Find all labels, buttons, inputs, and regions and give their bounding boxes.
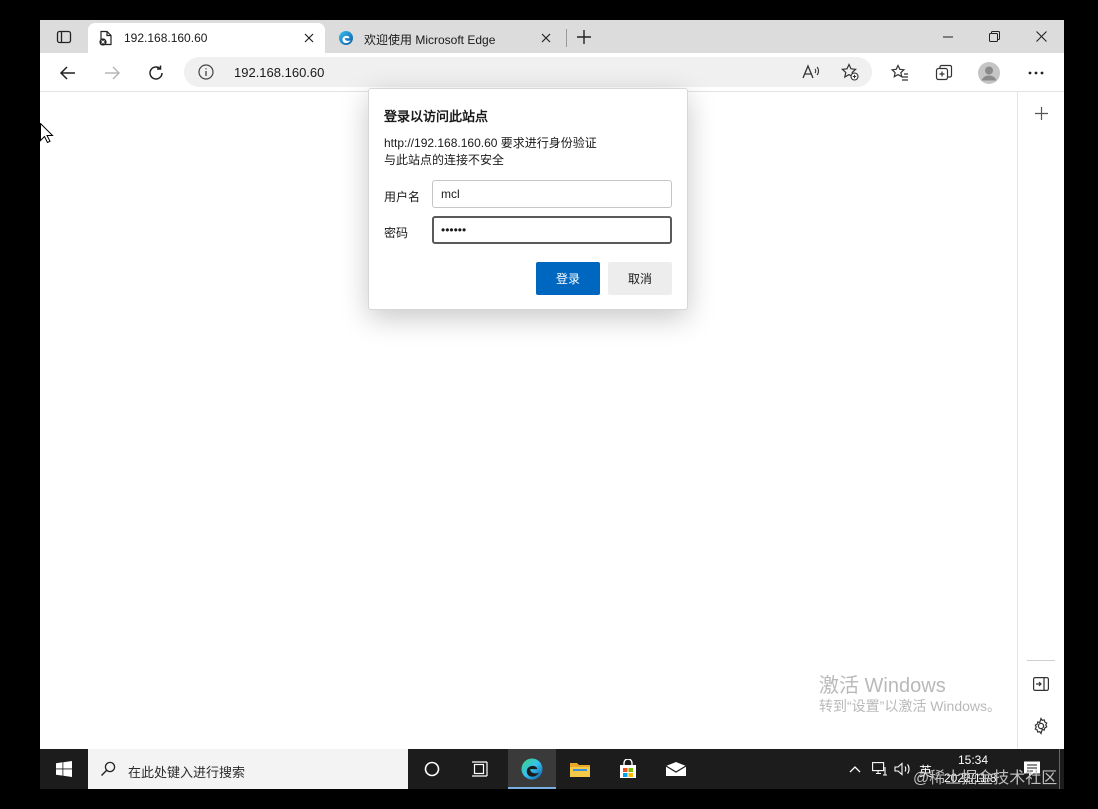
tab-title: 欢迎使用 Microsoft Edge	[364, 33, 496, 47]
activation-watermark-subtitle: 转到“设置”以激活 Windows。	[819, 698, 1002, 714]
tab-close-button[interactable]	[536, 28, 556, 48]
sidebar-settings-button[interactable]	[1028, 713, 1054, 739]
taskbar-search-box[interactable]: 在此处键入进行搜索	[88, 749, 408, 789]
avatar-icon	[978, 62, 1000, 84]
search-icon	[101, 761, 116, 776]
close-icon	[304, 33, 314, 43]
url-text: 192.168.160.60	[234, 65, 325, 80]
collections-icon	[935, 64, 953, 81]
close-icon	[1035, 31, 1047, 42]
volume-icon	[894, 762, 910, 776]
new-tab-button[interactable]	[571, 24, 597, 50]
start-button[interactable]	[40, 749, 88, 789]
cancel-button[interactable]: 取消	[608, 262, 672, 295]
username-input[interactable]: mcl	[432, 180, 672, 208]
tab-bar: 192.168.160.60 欢迎使用 Microsoft Edge	[40, 20, 1064, 53]
taskbar-mail[interactable]	[652, 749, 700, 789]
username-label: 用户名	[384, 190, 421, 204]
tab-title: 192.168.160.60	[124, 31, 208, 45]
minimize-button[interactable]	[925, 20, 971, 53]
taskbar-file-explorer[interactable]	[556, 749, 604, 789]
mail-icon	[665, 762, 687, 776]
task-view-icon	[472, 761, 488, 777]
collections-button[interactable]	[929, 58, 959, 88]
edge-logo-icon	[339, 31, 353, 45]
login-button[interactable]: 登录	[536, 262, 600, 295]
profile-button[interactable]	[974, 58, 1004, 88]
plus-icon	[1034, 106, 1048, 120]
gear-icon	[1034, 717, 1048, 735]
windows-logo-icon	[56, 761, 72, 777]
tray-network-button[interactable]	[870, 749, 890, 789]
taskbar-edge-active[interactable]	[508, 749, 556, 789]
mouse-cursor-icon	[40, 123, 54, 143]
star-add-icon	[841, 63, 859, 81]
close-icon	[541, 33, 551, 43]
edge-logo-icon	[521, 758, 543, 780]
address-bar[interactable]: 192.168.160.60	[184, 57, 872, 87]
taskbar-store[interactable]	[604, 749, 652, 789]
password-label: 密码	[384, 226, 409, 240]
search-placeholder: 在此处键入进行搜索	[128, 765, 246, 780]
more-menu-button[interactable]	[1021, 58, 1051, 88]
forward-button[interactable]	[97, 58, 127, 88]
task-view-button[interactable]	[456, 749, 504, 789]
restore-button[interactable]	[971, 20, 1017, 53]
dialog-title: 登录以访问此站点	[384, 109, 489, 124]
favorites-icon	[891, 64, 908, 81]
tray-overflow-button[interactable]	[846, 749, 864, 789]
external-watermark: @稀土掘金技术社区	[913, 770, 1058, 787]
restore-icon	[988, 31, 1000, 42]
cortana-circle-icon	[424, 761, 440, 777]
window-close-button[interactable]	[1018, 20, 1064, 53]
tab-active[interactable]: 192.168.160.60	[88, 23, 325, 53]
chevron-up-icon	[849, 766, 861, 773]
sidebar-collapse-button[interactable]	[1028, 671, 1054, 697]
read-aloud-icon	[802, 64, 820, 79]
edge-sidebar	[1017, 92, 1064, 749]
favorites-button[interactable]	[885, 58, 915, 88]
password-input[interactable]: ••••••	[432, 216, 672, 244]
sidebar-divider	[1027, 660, 1055, 661]
minimize-icon	[943, 36, 953, 37]
screen: 192.168.160.60 欢迎使用 Microsoft Edge 192.1…	[40, 20, 1064, 789]
refresh-button[interactable]	[141, 58, 171, 88]
tab-actions-button[interactable]	[40, 20, 88, 53]
add-favorite-button[interactable]	[837, 59, 863, 85]
store-bag-icon	[620, 759, 636, 778]
tab-actions-icon	[56, 30, 72, 43]
panel-toggle-icon	[1033, 677, 1049, 691]
windows-taskbar: 在此处键入进行搜索 英 15:34 2022/11/8	[40, 749, 1064, 789]
refresh-icon	[149, 65, 163, 80]
show-desktop-button[interactable]	[1059, 749, 1060, 789]
sidebar-add-button[interactable]	[1028, 100, 1054, 126]
tab-close-button[interactable]	[299, 28, 319, 48]
dialog-warning: 与此站点的连接不安全	[384, 153, 505, 167]
tab-edge-welcome[interactable]: 欢迎使用 Microsoft Edge	[328, 23, 562, 53]
more-icon	[1028, 71, 1044, 75]
dialog-message: http://192.168.160.60 要求进行身份验证	[384, 136, 597, 150]
page-error-icon	[99, 30, 112, 46]
info-icon[interactable]	[198, 64, 214, 80]
arrow-left-icon	[59, 66, 75, 80]
folder-icon	[570, 763, 590, 777]
network-icon	[872, 762, 887, 776]
back-button[interactable]	[53, 58, 83, 88]
tab-separator	[566, 29, 567, 47]
tray-volume-button[interactable]	[893, 749, 913, 789]
activation-watermark-title: 激活 Windows	[819, 675, 946, 697]
read-aloud-button[interactable]	[798, 59, 824, 85]
arrow-right-icon	[105, 66, 121, 80]
plus-icon	[577, 30, 591, 44]
auth-dialog: 登录以访问此站点 http://192.168.160.60 要求进行身份验证 …	[368, 88, 688, 310]
cortana-button[interactable]	[408, 749, 456, 789]
browser-toolbar: 192.168.160.60	[40, 53, 1064, 92]
